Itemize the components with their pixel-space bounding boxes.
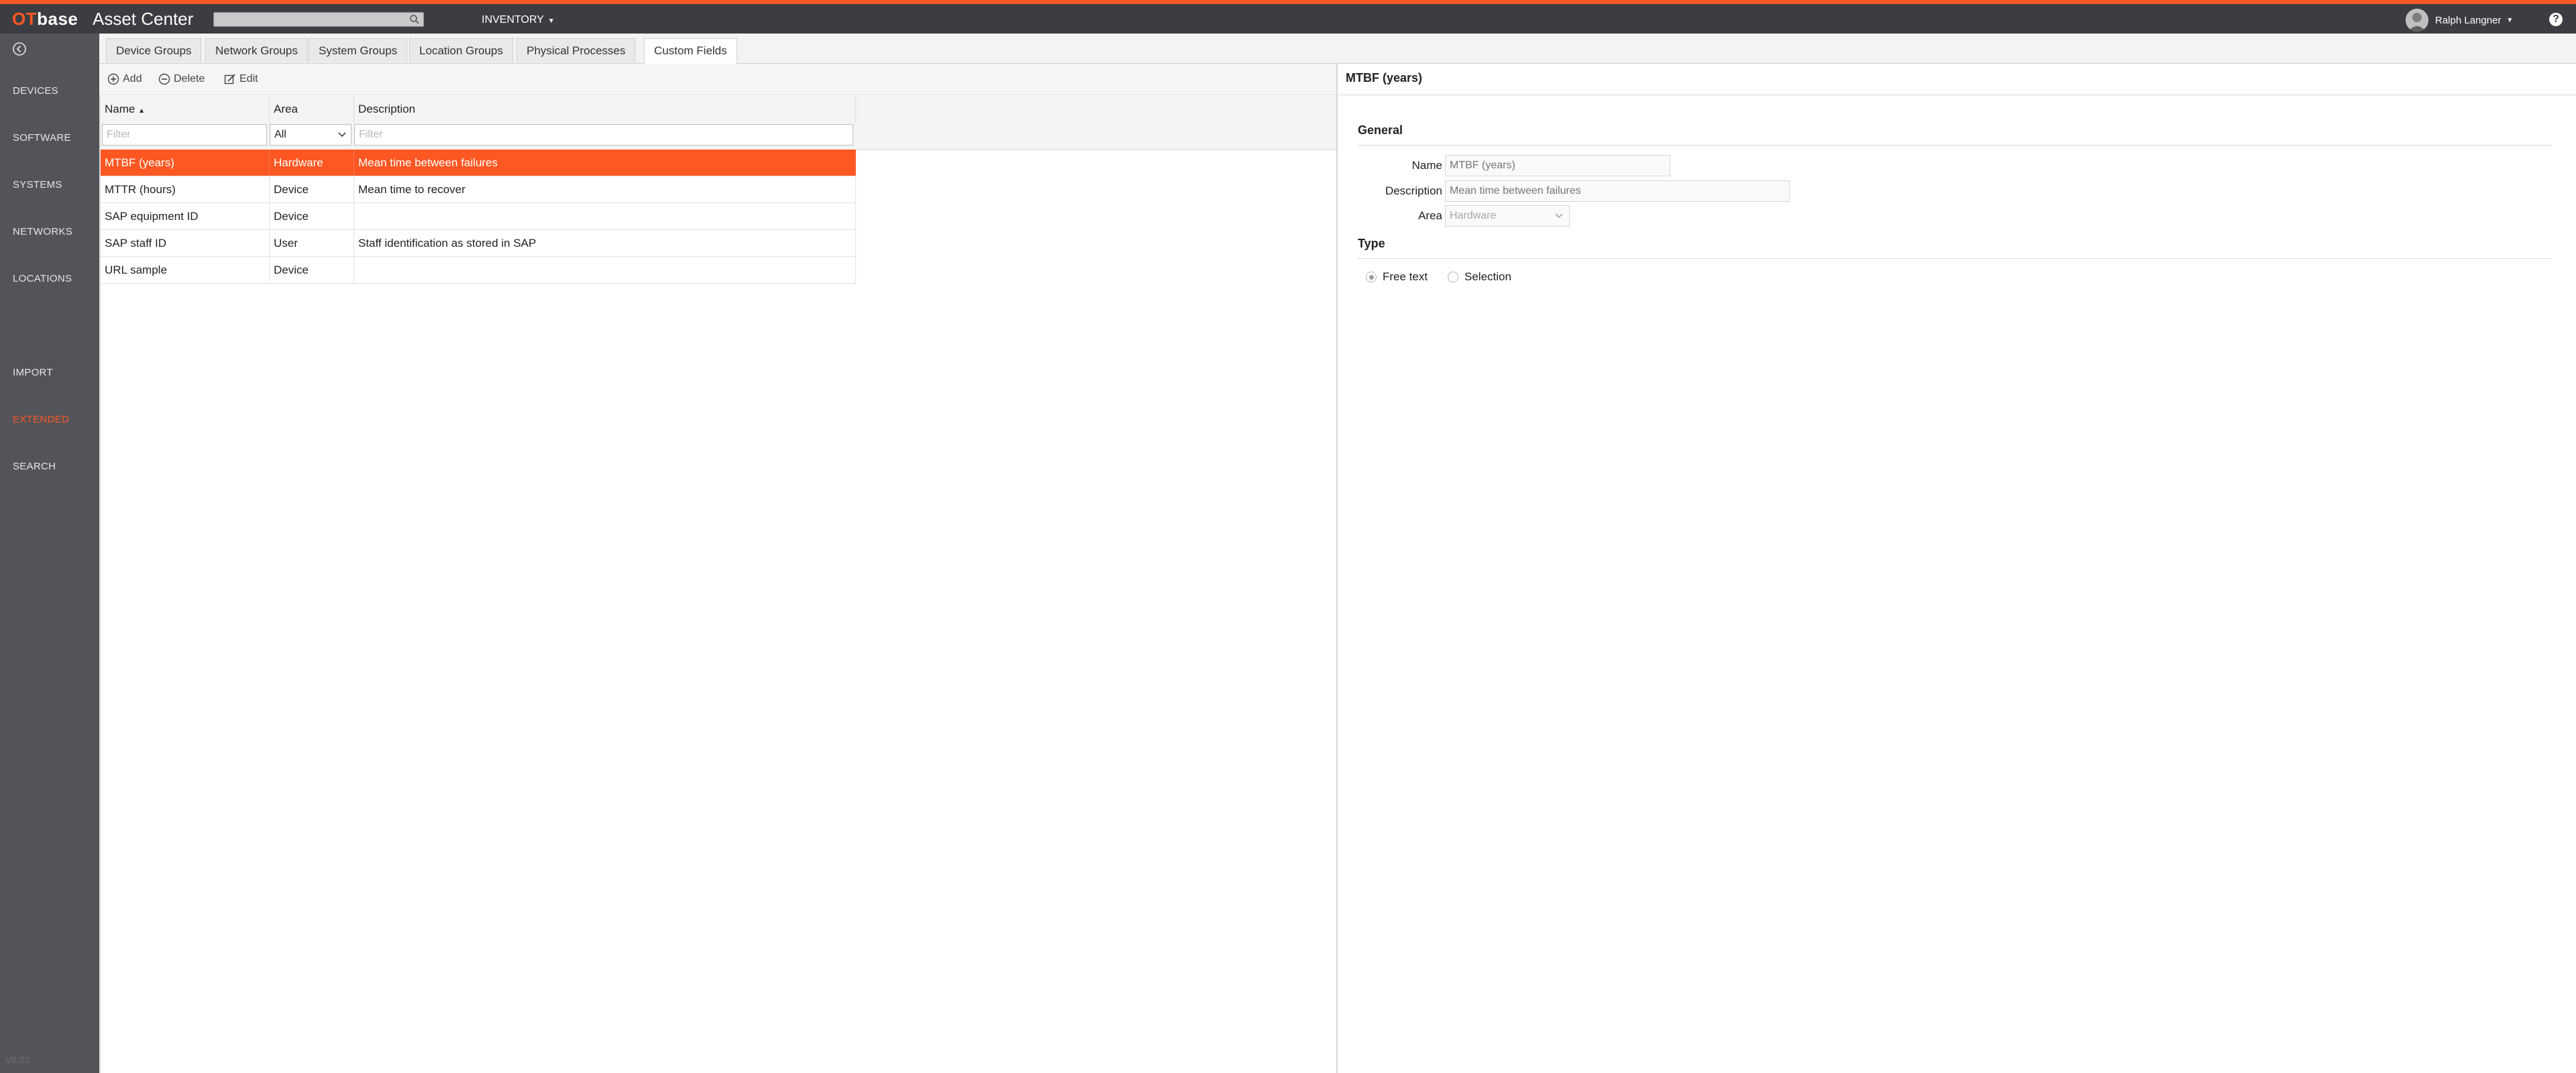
column-header-area[interactable]: Area — [270, 96, 354, 123]
top-bar: OTbase Asset Center INVENTORY ▼ Ralph Lan… — [0, 0, 2576, 34]
back-icon[interactable] — [12, 42, 27, 56]
version-label: V6.03 — [5, 1054, 30, 1065]
section-title-type: Type — [1358, 237, 1385, 250]
tab-physical-processes[interactable]: Physical Processes — [517, 38, 636, 62]
column-header-name[interactable]: Name ▲ — [101, 96, 270, 123]
user-name: Ralph Langner — [2435, 14, 2502, 26]
table-row[interactable]: SAP equipment ID Device — [101, 203, 856, 230]
avatar — [2406, 9, 2428, 32]
type-free-text-radio[interactable]: Free text — [1366, 270, 1428, 284]
table-row[interactable]: MTBF (years) Hardware Mean time between … — [101, 150, 856, 176]
remove-circle-icon — [158, 73, 170, 85]
tab-system-groups[interactable]: System Groups — [309, 38, 408, 62]
name-filter-input[interactable] — [102, 124, 267, 146]
grid-toolbar: Add Delete Edit — [99, 64, 1336, 95]
table-row[interactable]: MTTR (hours) Device Mean time to recover — [101, 176, 856, 203]
section-divider — [1358, 258, 2552, 259]
table-row[interactable]: URL sample Device — [101, 257, 856, 284]
caret-down-icon: ▼ — [547, 17, 555, 25]
panel-splitter[interactable] — [1336, 64, 1338, 1073]
sidebar: DEVICES SOFTWARE SYSTEMS NETWORKS LOCATI… — [0, 34, 99, 1073]
area-label: Area — [1418, 209, 1442, 222]
description-label: Description — [1385, 184, 1442, 197]
edit-icon — [224, 74, 235, 84]
tab-custom-fields[interactable]: Custom Fields — [644, 38, 737, 64]
caret-down-icon: ▼ — [2506, 16, 2514, 24]
user-avatar-icon — [2406, 9, 2428, 32]
tab-network-groups[interactable]: Network Groups — [205, 38, 308, 62]
area-filter-select[interactable]: All — [270, 124, 352, 146]
tab-device-groups[interactable]: Device Groups — [106, 38, 202, 62]
sidebar-item-networks[interactable]: NETWORKS — [13, 226, 72, 237]
sort-asc-icon: ▲ — [138, 107, 145, 115]
add-button[interactable]: Add — [107, 72, 142, 87]
sidebar-item-extended[interactable]: EXTENDED — [13, 414, 69, 425]
type-selection-radio[interactable]: Selection — [1448, 270, 1511, 284]
detail-title: MTBF (years) — [1346, 71, 1423, 84]
inventory-menu[interactable]: INVENTORY ▼ — [482, 12, 555, 30]
sidebar-item-import[interactable]: IMPORT — [13, 367, 53, 378]
description-filter-input[interactable] — [354, 124, 853, 146]
detail-header — [1338, 64, 2576, 95]
sidebar-item-search[interactable]: SEARCH — [13, 461, 56, 472]
radio-unchecked-icon — [1448, 272, 1458, 282]
chevron-down-icon — [338, 132, 346, 137]
global-search — [213, 12, 424, 27]
sidebar-item-systems[interactable]: SYSTEMS — [13, 179, 62, 190]
help-icon[interactable]: ? — [2549, 13, 2563, 26]
name-field[interactable] — [1445, 155, 1670, 176]
radio-checked-icon — [1366, 272, 1377, 282]
description-field[interactable] — [1445, 180, 1790, 202]
column-header-description[interactable]: Description — [354, 96, 856, 123]
grid-header: Name ▲ Area Description — [101, 96, 856, 123]
user-menu[interactable]: Ralph Langner ▼ — [2406, 8, 2513, 32]
search-icon[interactable] — [409, 13, 421, 25]
sidebar-item-locations[interactable]: LOCATIONS — [13, 273, 72, 284]
search-input[interactable] — [214, 13, 410, 26]
sidebar-item-software[interactable]: SOFTWARE — [13, 132, 71, 144]
add-circle-icon — [107, 73, 119, 85]
otbase-logo[interactable]: OTbase — [12, 8, 78, 30]
delete-button[interactable]: Delete — [158, 72, 205, 87]
area-select[interactable]: Hardware — [1445, 205, 1570, 227]
tab-bar: Device Groups Network Groups System Grou… — [99, 34, 2576, 64]
app-title: Asset Center — [93, 9, 194, 29]
section-title-general: General — [1358, 123, 1403, 137]
tab-location-groups[interactable]: Location Groups — [409, 38, 513, 62]
name-label: Name — [1411, 159, 1442, 172]
table-row[interactable]: SAP staff ID User Staff identification a… — [101, 230, 856, 257]
chevron-down-icon — [1555, 213, 1563, 219]
sidebar-item-devices[interactable]: DEVICES — [13, 85, 58, 97]
edit-button[interactable]: Edit — [224, 72, 258, 87]
section-divider — [1358, 145, 2552, 146]
